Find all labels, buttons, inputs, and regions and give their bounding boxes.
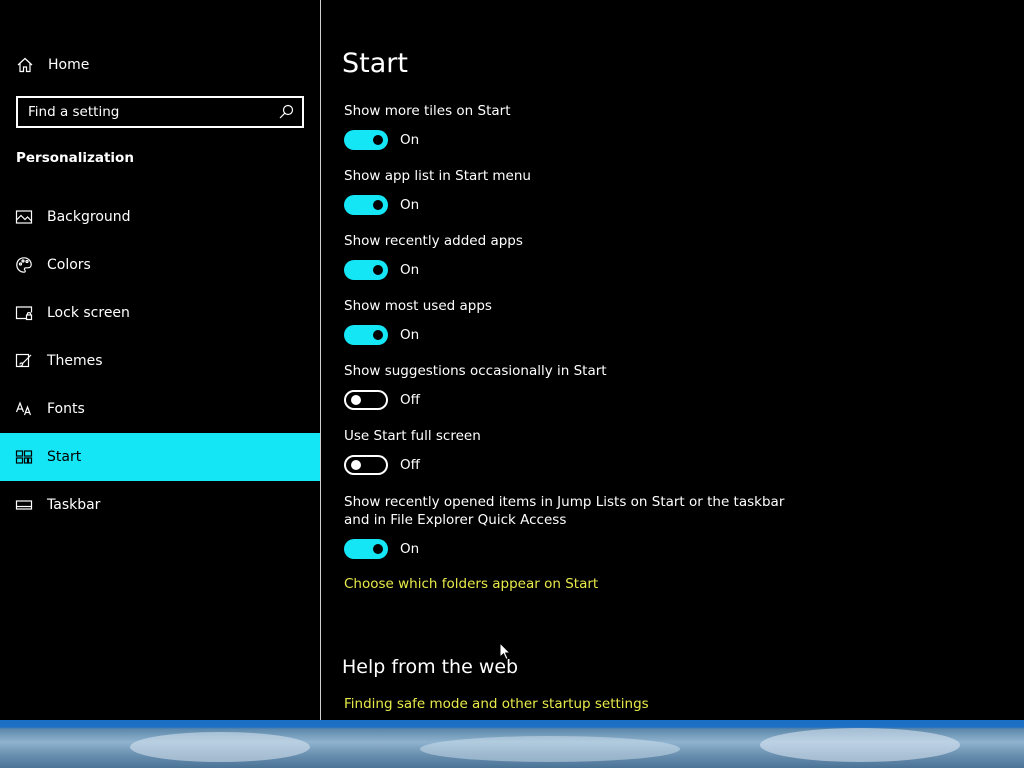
sidebar-item-label: Taskbar (47, 497, 101, 513)
sidebar-item-label: Lock screen (47, 305, 130, 321)
page-title: Start (342, 48, 408, 79)
wallpaper-cloud (760, 728, 960, 762)
taskbar-icon (15, 500, 33, 510)
toggle-row-most-used: On (344, 325, 419, 345)
toggle-knob (373, 200, 383, 210)
sidebar-item-label: Colors (47, 257, 91, 273)
toggle-knob (351, 460, 361, 470)
pane-divider (320, 0, 321, 720)
safe-mode-help-link[interactable]: Finding safe mode and other startup sett… (344, 696, 649, 712)
home-label: Home (48, 57, 90, 73)
setting-more-tiles: Show more tiles on Start (344, 102, 804, 120)
sidebar-item-label: Background (47, 209, 131, 225)
setting-most-used: Show most used apps (344, 297, 804, 315)
setting-label: Show suggestions occasionally in Start (344, 363, 607, 379)
sidebar-item-taskbar[interactable]: Taskbar (0, 481, 320, 529)
palette-icon (16, 257, 32, 273)
sidebar-item-start[interactable]: Start (0, 433, 320, 481)
sidebar-item-label: Start (47, 449, 82, 465)
toggle-knob (373, 330, 383, 340)
sidebar-item-fonts[interactable]: Fonts (0, 385, 320, 433)
toggle-switch-most-used[interactable] (344, 325, 388, 345)
sidebar-item-themes[interactable]: Themes (0, 337, 320, 385)
setting-full-screen: Use Start full screen (344, 427, 804, 445)
toggle-state: On (400, 262, 420, 278)
setting-label: Use Start full screen (344, 428, 481, 444)
toggle-row-recently-added: On (344, 260, 419, 280)
sidebar: Home Personalization Background (0, 0, 320, 720)
search-box[interactable] (16, 96, 304, 128)
toggle-switch-more-tiles[interactable] (344, 130, 388, 150)
setting-label: Show app list in Start menu (344, 168, 531, 184)
toggle-knob (373, 265, 383, 275)
toggle-state: Off (400, 392, 420, 408)
toggle-knob (351, 395, 361, 405)
wallpaper-cloud (420, 736, 680, 762)
fonts-icon (15, 401, 32, 416)
home-icon (17, 57, 33, 73)
lock-screen-icon (15, 306, 33, 321)
setting-suggestions: Show suggestions occasionally in Start (344, 362, 804, 380)
toggle-row-suggestions: Off (344, 390, 420, 410)
settings-window: Home Personalization Background (0, 0, 1024, 720)
toggle-row-full-screen: Off (344, 455, 420, 475)
choose-folders-link[interactable]: Choose which folders appear on Start (344, 576, 598, 592)
toggle-state: On (400, 541, 420, 557)
setting-label: Show most used apps (344, 298, 492, 314)
sidebar-nav: Background Colors Lock screen Themes Fon… (0, 193, 320, 529)
setting-label: Show recently added apps (344, 233, 523, 249)
toggle-knob (373, 135, 383, 145)
section-heading: Personalization (16, 150, 134, 166)
toggle-switch-jump-lists[interactable] (344, 539, 388, 559)
toggle-switch-full-screen[interactable] (344, 455, 388, 475)
sidebar-item-colors[interactable]: Colors (0, 241, 320, 289)
toggle-row-more-tiles: On (344, 130, 419, 150)
setting-jump-lists: Show recently opened items in Jump Lists… (344, 493, 799, 529)
setting-label: Show more tiles on Start (344, 103, 511, 119)
help-heading: Help from the web (342, 656, 519, 678)
mouse-pointer-icon (499, 642, 511, 661)
toggle-row-jump-lists: On (344, 539, 419, 559)
toggle-state: Off (400, 457, 420, 473)
toggle-state: On (400, 132, 420, 148)
toggle-knob (373, 544, 383, 554)
start-tiles-icon (15, 450, 33, 464)
picture-icon (15, 210, 33, 224)
sidebar-item-lock-screen[interactable]: Lock screen (0, 289, 320, 337)
search-icon[interactable] (278, 104, 294, 120)
setting-label: Show recently opened items in Jump Lists… (344, 494, 785, 528)
home-nav-item[interactable]: Home (16, 52, 89, 78)
sidebar-item-background[interactable]: Background (0, 193, 320, 241)
setting-recently-added: Show recently added apps (344, 232, 804, 250)
sidebar-item-label: Themes (47, 353, 103, 369)
toggle-state: On (400, 327, 420, 343)
brush-icon (15, 353, 32, 368)
toggle-row-app-list: On (344, 195, 419, 215)
wallpaper-cloud (130, 732, 310, 762)
toggle-switch-recently-added[interactable] (344, 260, 388, 280)
toggle-switch-suggestions[interactable] (344, 390, 388, 410)
sidebar-item-label: Fonts (47, 401, 85, 417)
setting-app-list: Show app list in Start menu (344, 167, 804, 185)
toggle-state: On (400, 197, 420, 213)
toggle-switch-app-list[interactable] (344, 195, 388, 215)
search-input[interactable] (28, 98, 268, 126)
